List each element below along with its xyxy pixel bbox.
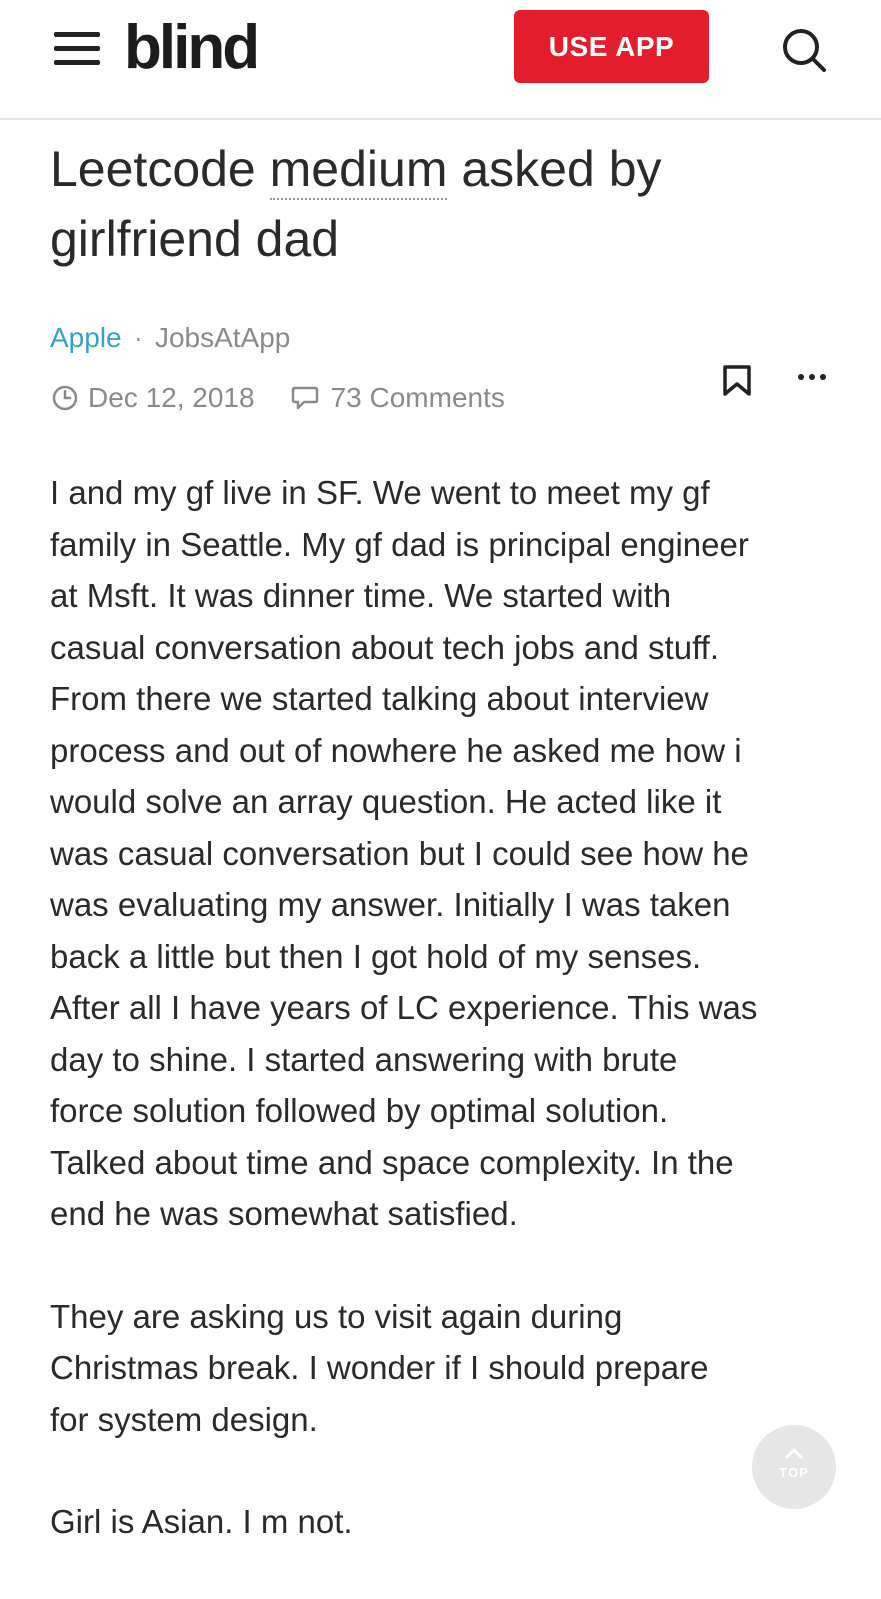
top-nav-bar: blind USE APP	[0, 0, 881, 120]
chevron-up-icon	[785, 1448, 803, 1459]
search-icon[interactable]	[780, 26, 828, 74]
post-title-highlight[interactable]: medium	[269, 141, 448, 200]
post-meta-row: Dec 12, 2018 73 Comments	[50, 378, 505, 418]
scroll-to-top-button[interactable]: TOP	[752, 1425, 836, 1509]
hamburger-menu-icon[interactable]	[54, 28, 100, 68]
comment-count[interactable]: 73 Comments	[331, 378, 505, 418]
more-options-icon[interactable]	[795, 362, 829, 392]
post-date: Dec 12, 2018	[88, 382, 255, 413]
scroll-to-top-label: TOP	[779, 1465, 809, 1480]
comment-icon	[289, 383, 321, 413]
post-paragraph: I and my gf live in SF. We went to meet …	[50, 474, 758, 1232]
clock-icon	[50, 383, 80, 413]
post-paragraph: They are asking us to visit again during…	[50, 1297, 709, 1438]
post-author-row: Apple · JobsAtApp	[50, 318, 290, 358]
post-paragraph: Girl is Asian. I m not.	[50, 1503, 353, 1540]
company-link[interactable]: Apple	[50, 322, 122, 353]
post-body: I and my gf live in SF. We went to meet …	[50, 467, 850, 1599]
post-title: Leetcode medium asked by girlfriend dad	[50, 134, 840, 274]
bookmark-icon[interactable]	[720, 364, 754, 398]
blind-logo[interactable]: blind	[124, 12, 260, 84]
use-app-button[interactable]: USE APP	[514, 10, 709, 83]
post-title-part1: Leetcode	[50, 141, 270, 197]
author-name: JobsAtApp	[154, 322, 291, 353]
separator-dot: ·	[133, 322, 143, 353]
